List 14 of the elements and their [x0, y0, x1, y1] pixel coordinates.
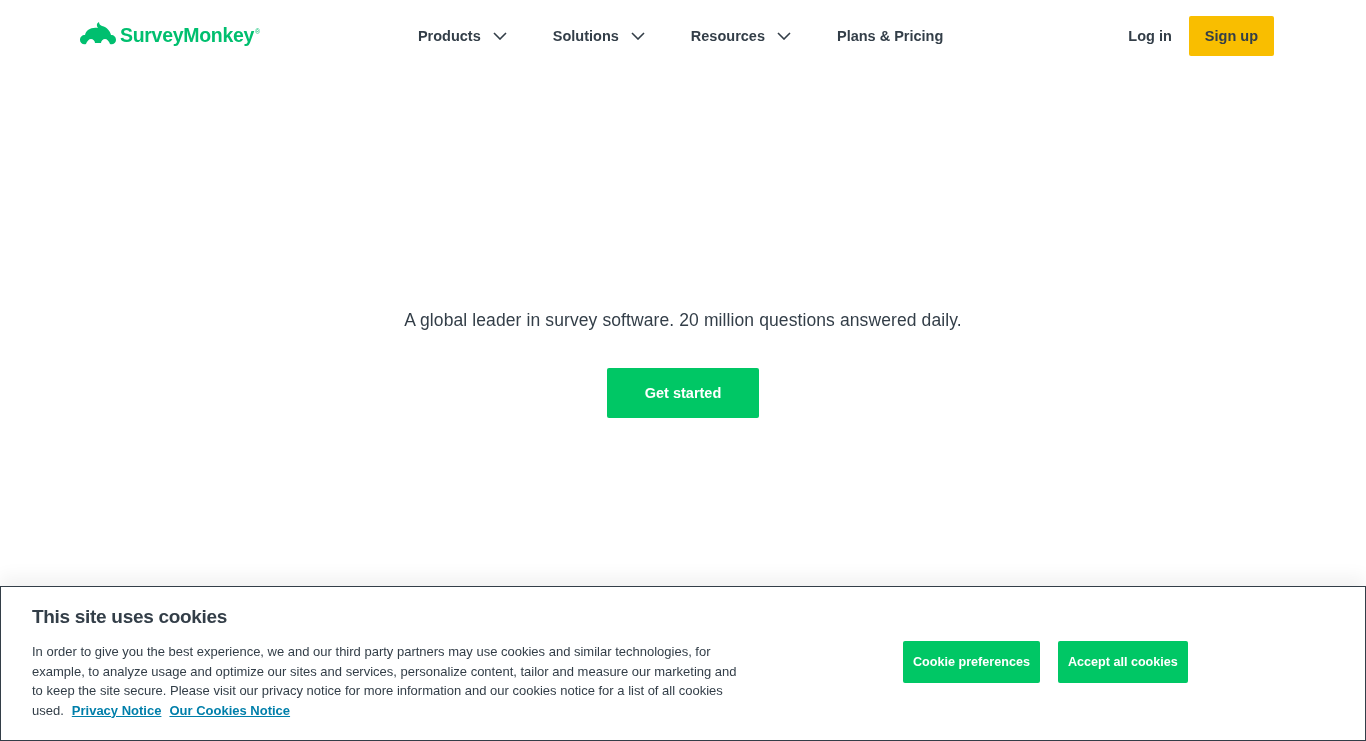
nav-menu-item[interactable]: Resources	[690, 28, 791, 44]
chevron-down-icon	[776, 32, 791, 40]
cookie-notice-text: In order to give you the best experience, we and our third party partners may use cookies and similar technologies, for example, to analyze usage and optimize our sites and services, personalize content, tailor and measure our marketing and to keep the site secure. Please visit our privacy notice for more information and our cookies notice for a list of all cookies used. Privacy Notice Our Cookies Notice	[32, 643, 738, 720]
cookies-notice-link[interactable]: Our Cookies Notice	[169, 702, 291, 718]
signup-button[interactable]: Sign up	[1188, 15, 1274, 56]
chevron-down-icon	[492, 32, 507, 40]
tagline: A global leader in survey software. 20 million questions answered daily.	[404, 309, 962, 331]
login-link[interactable]: Log in	[1128, 28, 1172, 44]
nav-menu-item[interactable]: Products	[417, 28, 507, 44]
nav-menu-item[interactable]: Plans & Pricing	[836, 28, 944, 44]
privacy-notice-link[interactable]: Privacy Notice	[71, 702, 162, 718]
nav-menu-item[interactable]: Solutions	[552, 28, 645, 44]
cookie-banner-title: This site uses cookies	[32, 605, 229, 629]
chevron-down-icon	[630, 32, 645, 40]
